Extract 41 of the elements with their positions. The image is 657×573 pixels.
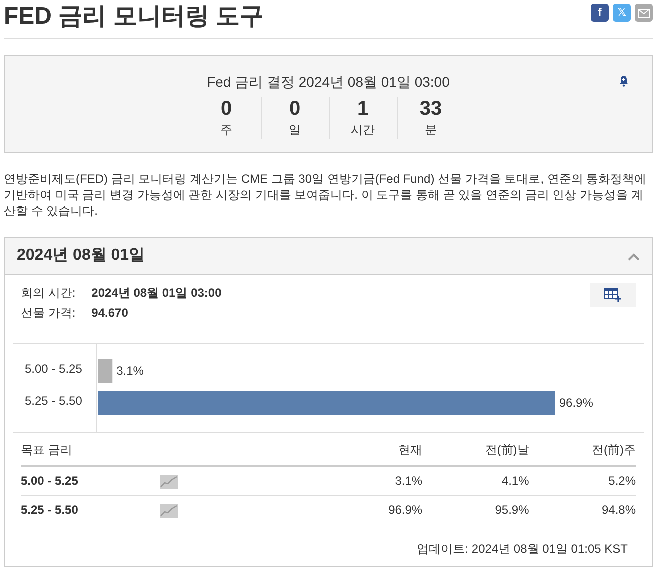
trend-chart-icon (160, 504, 178, 518)
countdown-unit: 주 (220, 122, 234, 139)
bell-icon (618, 75, 630, 87)
table-cell: 5.2% (529, 466, 636, 496)
countdown-unit: 분 (424, 122, 438, 139)
email-share-button[interactable] (635, 4, 653, 22)
value-label: 3.1% (116, 364, 144, 378)
info-label: 회의 시간: (21, 285, 77, 302)
table-cell: 94.8% (529, 496, 636, 524)
countdown-value: 0 (220, 97, 234, 121)
category-label: 5.00 - 5.25 (25, 362, 82, 376)
table-cell: 3.1% (340, 466, 423, 496)
category-label: 5.25 - 5.50 (25, 394, 82, 408)
column-header: 전(前)주 (529, 433, 636, 466)
trend-chart-icon (160, 474, 178, 489)
page-title: FED 금리 모니터링 도구 (4, 2, 264, 32)
countdown-heading: Fed 금리 결정 2024년 08월 01일 03:00 (206, 73, 451, 92)
column-header: 목표 금리 (21, 433, 340, 466)
facebook-share-button[interactable]: f (591, 4, 609, 22)
add-to-calendar-button[interactable] (590, 283, 636, 307)
calendar-add-icon (604, 288, 622, 302)
countdown-value: 33 (418, 97, 444, 121)
table-cell: 4.1% (422, 466, 530, 496)
meeting-date-title: 2024년 08월 01일 (17, 246, 146, 266)
countdown-unit: 일 (288, 122, 302, 139)
value-label: 96.9% (559, 396, 594, 410)
info-value: 2024년 08월 01일 03:00 (92, 285, 222, 302)
table-cell: 5.25 - 5.50 (21, 496, 160, 524)
countdown-value: 0 (288, 97, 302, 121)
table-cell: 5.00 - 5.25 (21, 466, 160, 496)
envelope-icon (638, 8, 650, 18)
info-value: 94.670 (92, 305, 130, 322)
table-cell: 95.9% (422, 496, 530, 524)
info-label: 선물 가격: (21, 305, 77, 322)
column-header: 현재 (340, 433, 423, 466)
countdown-value: 1 (356, 97, 370, 121)
update-time: 업데이트: 2024년 08월 01일 01:05 KST (417, 542, 628, 556)
table-cell: 96.9% (340, 496, 423, 524)
description-text: 연방준비제도(FED) 금리 모니터링 계산기는 CME 그룹 30일 연방기금(Fed Fund) 선물 가격을 토대로, 연준의 통화정책에 기반하여 미국 금리 변경 가능성에 관한 시장의 기대를 보여줍니다. 이 도구를 통해 곧 있을 연준의 금리 인상 가능성을 계산할 수 있습니다. (4, 171, 648, 219)
column-header: 전(前)날 (422, 433, 530, 466)
countdown-unit: 시간 (350, 122, 376, 139)
